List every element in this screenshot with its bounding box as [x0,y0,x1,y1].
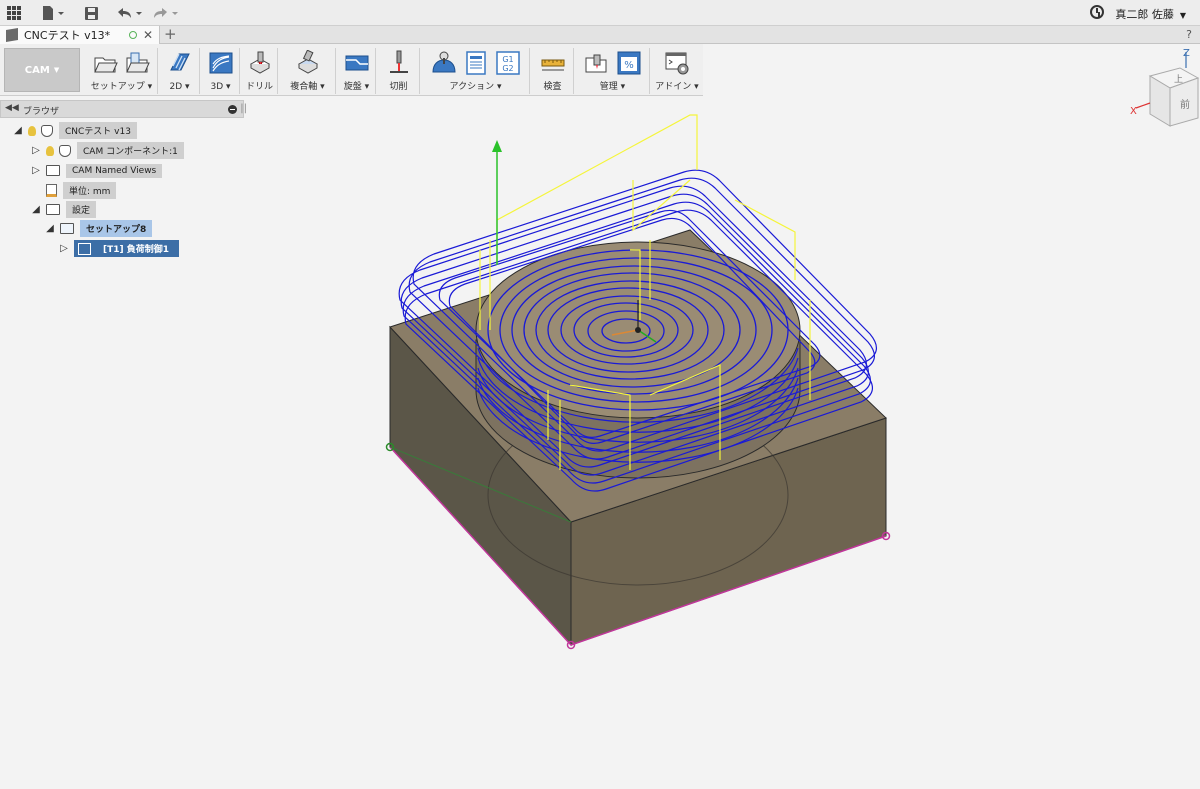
viewcube-front-label: 前 [1180,98,1190,111]
viewcube-axis-z: Z [1183,48,1190,59]
viewcube-axis-x: X [1130,106,1137,117]
viewcube-top-label: 上 [1174,74,1183,85]
3d-viewport[interactable] [0,0,1200,789]
viewcube[interactable]: 上 前 Z X [1130,48,1200,138]
